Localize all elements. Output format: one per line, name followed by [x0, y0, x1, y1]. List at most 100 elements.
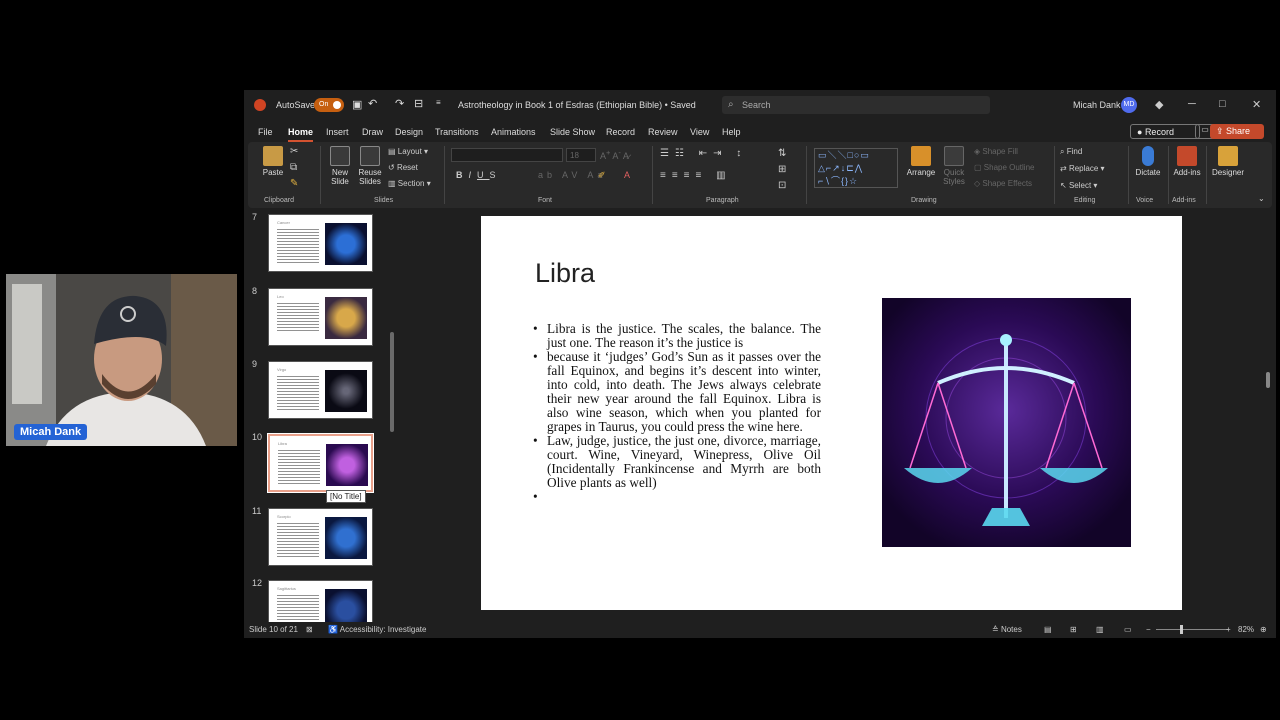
tab-draw[interactable]: Draw — [362, 127, 383, 137]
find-button[interactable]: ⌕ Find — [1060, 147, 1082, 157]
zoom-out-icon[interactable]: − — [1146, 625, 1151, 634]
slide-bullet: Law, judge, justice, the just one, divor… — [533, 434, 821, 490]
select-button[interactable]: ↖ Select ▾ — [1060, 181, 1097, 190]
thumb-text-lines — [277, 227, 319, 265]
search-icon: ⌕ — [728, 99, 734, 110]
accessibility-button[interactable]: ♿ Accessibility: Investigate — [328, 625, 426, 634]
autosave-toggle[interactable]: On — [314, 98, 344, 112]
slideshow-icon[interactable]: ▭ — [1124, 625, 1132, 634]
libra-scales-image[interactable] — [882, 298, 1131, 547]
designer-button[interactable]: Designer — [1208, 146, 1248, 177]
tab-insert[interactable]: Insert — [326, 127, 349, 137]
user-name[interactable]: Micah Dank — [1073, 100, 1121, 110]
cut-icon[interactable]: ✂ — [290, 146, 298, 157]
document-title[interactable]: Astrotheology in Book 1 of Esdras (Ethio… — [458, 100, 696, 110]
tab-transitions[interactable]: Transitions — [435, 127, 479, 137]
reset-button[interactable]: ↺ Reset — [388, 163, 418, 172]
spellcheck-icon[interactable]: ⊠ — [306, 625, 313, 634]
quick-styles-button[interactable]: Quick Styles — [940, 146, 968, 186]
share-button-label: Share — [1226, 126, 1251, 136]
slide-scrollbar[interactable] — [1264, 210, 1272, 610]
fit-to-window-icon[interactable]: ⊕ — [1260, 625, 1267, 634]
shape-outline-button[interactable]: ▢ Shape Outline — [974, 163, 1034, 172]
arrange-button[interactable]: Arrange — [906, 146, 936, 177]
font-name-input[interactable] — [451, 148, 563, 162]
font-group-label: Font — [538, 197, 553, 204]
cancer-image — [325, 223, 367, 265]
shape-fill-button[interactable]: ◈ Shape Fill — [974, 147, 1018, 156]
tab-animations[interactable]: Animations — [491, 127, 536, 137]
tab-slide-show[interactable]: Slide Show — [550, 127, 595, 137]
notes-button[interactable]: ≙ Notes — [992, 625, 1022, 634]
webcam-name-tag: Micah Dank — [14, 424, 88, 440]
minimize-icon[interactable]: ─ — [1188, 98, 1196, 110]
slide-thumbnail-10[interactable]: Libra — [267, 433, 374, 493]
slide-thumbnail-7[interactable]: Cancer — [268, 214, 373, 272]
slide-sorter-icon[interactable]: ⊞ — [1070, 625, 1077, 634]
align-buttons-icon[interactable]: ≡≡≡≡ ▥ — [660, 170, 732, 181]
shapes-gallery[interactable]: ▭＼＼□○▭ △⌐↗↓⊏⋀ ⌐∖⌒{}☆ — [814, 148, 898, 188]
title-bar: AutoSave On ▣ ↶ ↷ ⊟ ≡ Astrotheology in B… — [244, 90, 1276, 120]
font-format-buttons[interactable]: BIUS — [456, 170, 502, 180]
highlight-icon[interactable]: ✐ — [598, 170, 606, 181]
reuse-label-2: Slides — [359, 177, 381, 186]
zoom-in-icon[interactable]: + — [1226, 625, 1231, 634]
collapse-ribbon-icon[interactable]: ⌄ — [1258, 194, 1265, 203]
slide-scroll-thumb[interactable] — [1266, 372, 1270, 388]
zoom-level[interactable]: 82% — [1238, 625, 1254, 634]
slide-body[interactable]: Libra is the justice. The scales, the ba… — [533, 322, 821, 505]
tab-view[interactable]: View — [690, 127, 709, 137]
normal-view-icon[interactable]: ▤ — [1044, 625, 1052, 634]
tab-help[interactable]: Help — [722, 127, 741, 137]
slide-thumbnail-9[interactable]: Virgo — [268, 361, 373, 419]
share-button[interactable]: ⇪ Share — [1210, 124, 1264, 139]
diamond-icon[interactable]: ◆ — [1155, 98, 1163, 111]
close-icon[interactable]: ✕ — [1252, 98, 1261, 111]
list-buttons-icon[interactable]: ☰☷ ⇤⇥ ↕ — [660, 148, 747, 159]
no-title-tooltip: [No Title] — [326, 490, 366, 503]
reading-view-icon[interactable]: ▥ — [1096, 625, 1104, 634]
shape-effects-button[interactable]: ◇ Shape Effects — [974, 179, 1032, 188]
slide-thumbnail-11[interactable]: Scorpio — [268, 508, 373, 566]
slide-bullet: Libra is the justice. The scales, the ba… — [533, 322, 821, 350]
maximize-icon[interactable]: □ — [1219, 98, 1226, 110]
thumbnail-scrollbar[interactable] — [389, 212, 395, 622]
record-button[interactable]: ● Record — [1130, 124, 1200, 139]
align-text-icon[interactable]: ⊞ — [778, 164, 786, 175]
text-direction-icon[interactable]: ⇅ — [778, 148, 786, 159]
present-icon[interactable]: ⊟ — [414, 97, 423, 110]
customize-toolbar-icon[interactable]: ≡ — [436, 98, 441, 107]
smartart-icon[interactable]: ⊡ — [778, 180, 786, 191]
slide-thumbnail-8[interactable]: Leo — [268, 288, 373, 346]
dictate-button[interactable]: Dictate — [1132, 146, 1164, 177]
tab-record[interactable]: Record — [606, 127, 635, 137]
undo-icon[interactable]: ↶ — [368, 97, 377, 110]
tab-review[interactable]: Review — [648, 127, 678, 137]
slide-canvas[interactable]: Libra Libra is the justice. The scales, … — [481, 216, 1182, 610]
paste-button[interactable]: Paste — [260, 146, 286, 177]
section-button[interactable]: ▥ Section ▾ — [388, 179, 431, 188]
addins-button[interactable]: Add-ins — [1170, 146, 1204, 177]
slide-thumbnail-12[interactable]: Sagittarius — [268, 580, 373, 622]
save-icon[interactable]: ▣ — [352, 98, 362, 111]
new-slide-button[interactable]: New Slide — [326, 146, 354, 186]
replace-button[interactable]: ⇄ Replace ▾ — [1060, 164, 1105, 173]
reuse-slides-button[interactable]: Reuse Slides — [356, 146, 384, 186]
tab-design[interactable]: Design — [395, 127, 423, 137]
format-painter-icon[interactable]: ✎ — [290, 178, 298, 189]
font-extra-icon[interactable]: ab AV Aa — [538, 170, 606, 180]
zoom-slider[interactable] — [1156, 629, 1228, 630]
redo-icon[interactable]: ↷ — [395, 97, 404, 110]
avatar[interactable]: MD — [1121, 97, 1137, 113]
slide-title[interactable]: Libra — [535, 258, 595, 289]
thumbnail-scroll-thumb[interactable] — [390, 332, 394, 432]
copy-icon[interactable]: ⧉ — [290, 162, 297, 173]
zoom-slider-thumb[interactable] — [1180, 625, 1183, 634]
tab-home[interactable]: Home — [288, 127, 314, 142]
tab-file[interactable]: File — [258, 127, 273, 137]
font-color-icon[interactable]: A — [624, 170, 630, 180]
layout-button[interactable]: ▤ Layout ▾ — [388, 147, 428, 156]
search-box[interactable]: ⌕ Search — [722, 96, 990, 114]
font-size-input[interactable]: 18 — [566, 148, 596, 162]
font-size-controls-icon[interactable]: A+ A- A̷ — [600, 148, 629, 161]
